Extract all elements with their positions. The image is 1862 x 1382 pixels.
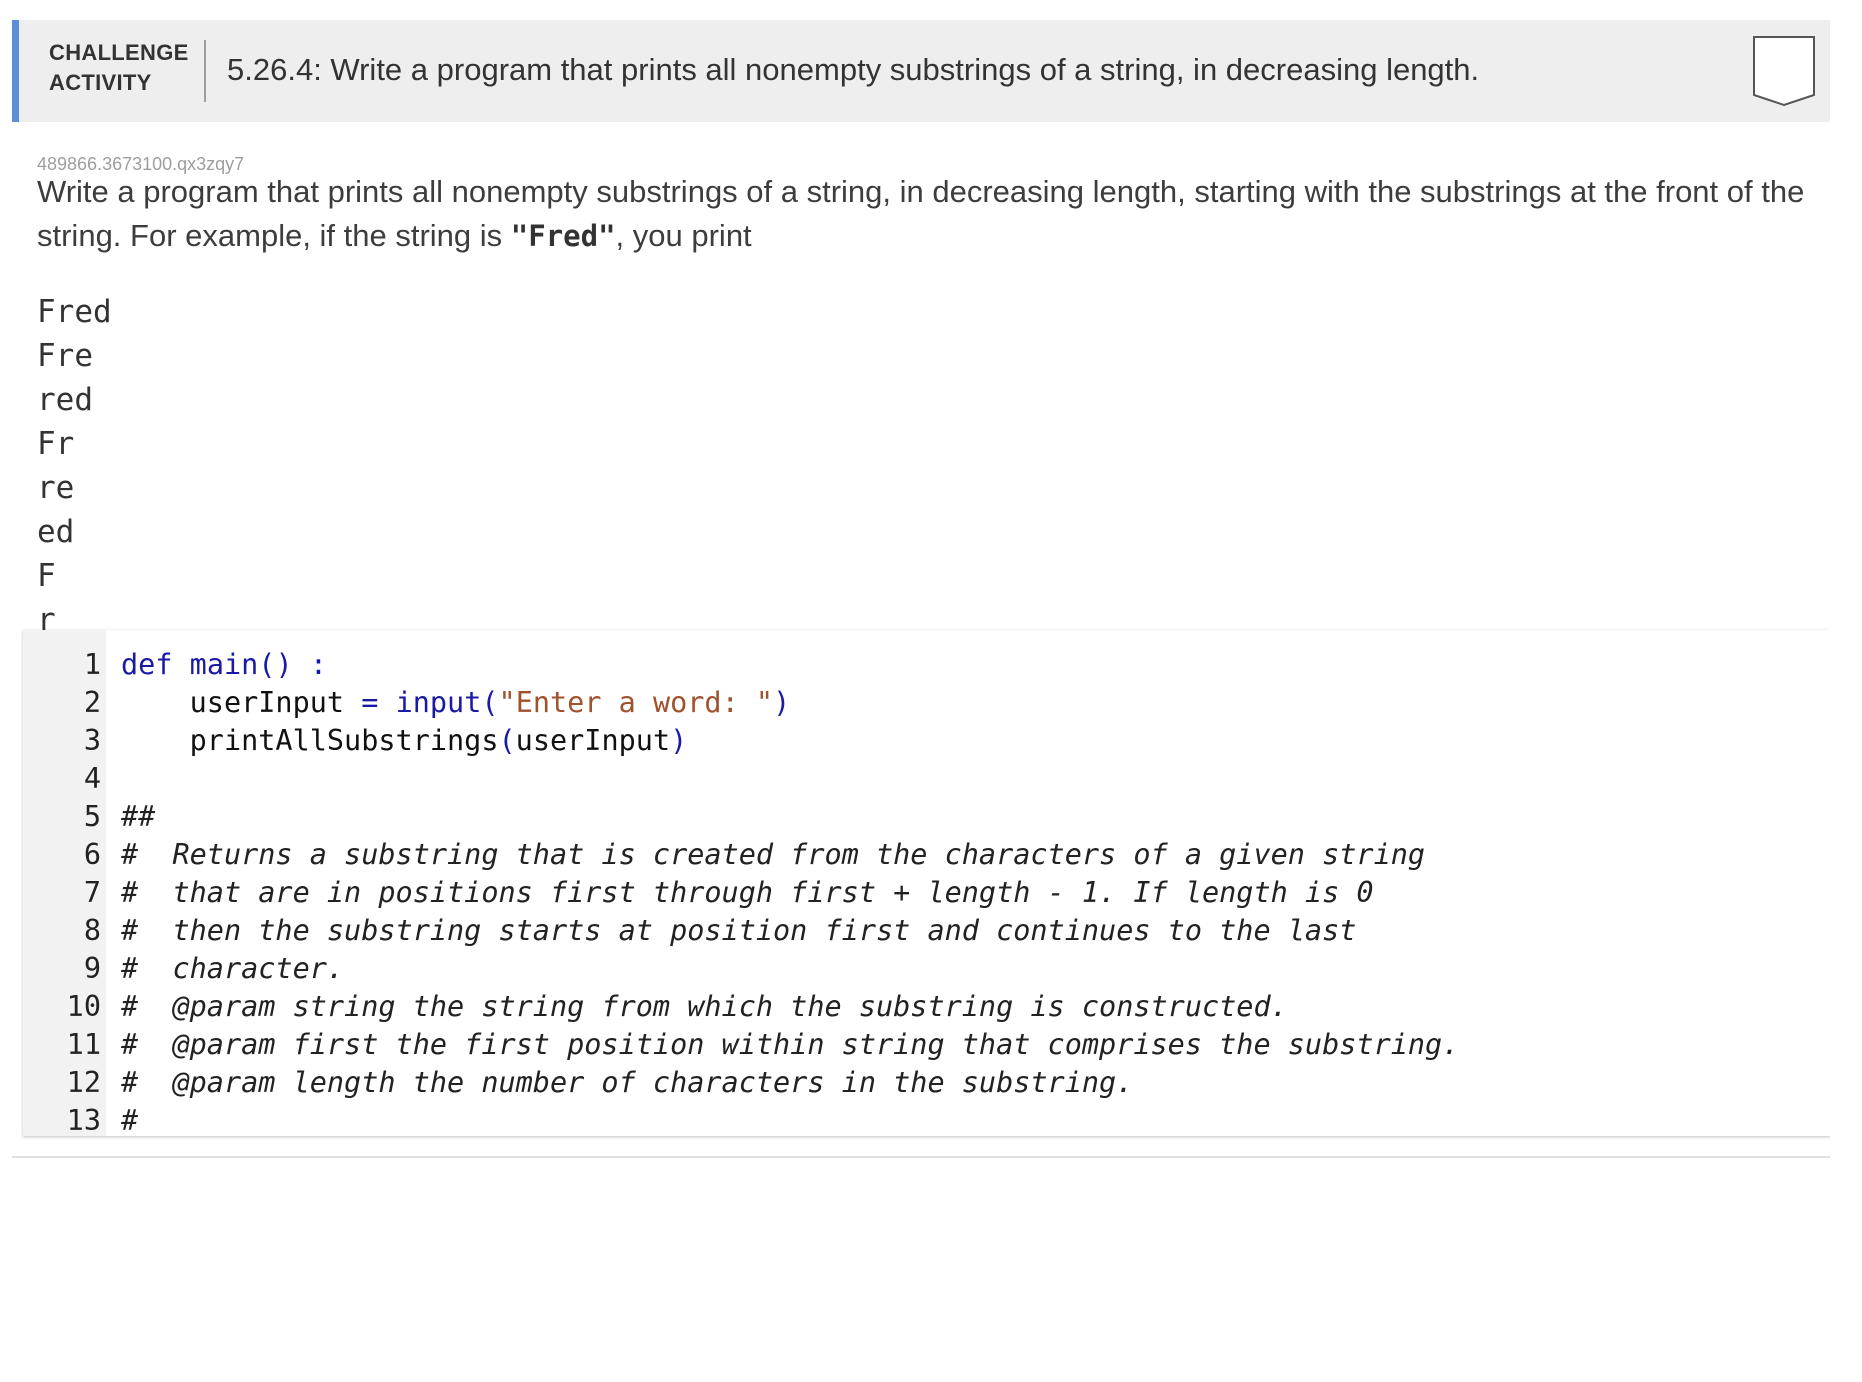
activity-header: CHALLENGE ACTIVITY 5.26.4: Write a progr… bbox=[12, 20, 1830, 122]
activity-type-label: CHALLENGE ACTIVITY bbox=[49, 38, 189, 98]
code-line[interactable]: 10 # @param string the string from which … bbox=[23, 988, 1831, 1026]
line-number: 6 bbox=[83, 838, 101, 871]
code-text[interactable]: def main() : bbox=[121, 646, 327, 684]
code-line[interactable]: 6 # Returns a substring that is created f… bbox=[23, 836, 1831, 874]
description-text-end: , you print bbox=[615, 218, 752, 253]
code-text[interactable]: # @param string the string from which th… bbox=[121, 988, 1288, 1026]
code-line[interactable]: 9 # character. bbox=[23, 950, 1831, 988]
code-text[interactable]: ## bbox=[121, 798, 155, 836]
code-lines[interactable]: 1 def main() :2 userInput = input("Enter … bbox=[23, 646, 1831, 1136]
code-text[interactable]: # @param first the first position within… bbox=[121, 1026, 1459, 1064]
output-line: F bbox=[37, 558, 56, 594]
code-line[interactable]: 5 ## bbox=[23, 798, 1831, 836]
code-line[interactable]: 2 userInput = input("Enter a word: ") bbox=[23, 684, 1831, 722]
code-text[interactable]: # @param length the number of characters… bbox=[121, 1064, 1133, 1102]
code-editor[interactable]: 1 def main() :2 userInput = input("Enter … bbox=[23, 630, 1831, 1136]
code-line[interactable]: 12 # @param length the number of characte… bbox=[23, 1064, 1831, 1102]
description-text: Write a program that prints all nonempty… bbox=[37, 174, 1805, 253]
activity-title: 5.26.4: Write a program that prints all … bbox=[227, 52, 1480, 87]
completion-badge-icon bbox=[1753, 36, 1815, 107]
line-number: 1 bbox=[83, 648, 101, 681]
code-text[interactable]: # Returns a substring that is created fr… bbox=[121, 836, 1425, 874]
page-margin bbox=[1830, 0, 1862, 1382]
output-line: Fred bbox=[37, 294, 112, 330]
example-string: "Fred" bbox=[510, 219, 616, 253]
output-line: red bbox=[37, 382, 93, 418]
code-text[interactable]: # character. bbox=[121, 950, 344, 988]
line-number: 3 bbox=[83, 724, 101, 757]
code-line[interactable]: 4 bbox=[23, 760, 1831, 798]
line-number: 11 bbox=[66, 1028, 101, 1061]
code-text[interactable]: printAllSubstrings(userInput) bbox=[121, 722, 688, 760]
line-number: 5 bbox=[83, 800, 101, 833]
line-number: 9 bbox=[83, 952, 101, 985]
line-number: 4 bbox=[83, 762, 101, 795]
line-number: 8 bbox=[83, 914, 101, 947]
line-number: 10 bbox=[66, 990, 101, 1023]
panel-bottom-border bbox=[12, 1156, 1830, 1158]
line-number: 7 bbox=[83, 876, 101, 909]
code-line[interactable]: 3 printAllSubstrings(userInput) bbox=[23, 722, 1831, 760]
code-text[interactable]: # that are in positions first through fi… bbox=[121, 874, 1374, 912]
output-line: ed bbox=[37, 514, 75, 550]
activity-type-line1: CHALLENGE bbox=[49, 40, 189, 65]
output-line: Fre bbox=[37, 338, 93, 374]
activity-type-line2: ACTIVITY bbox=[49, 70, 152, 95]
code-text[interactable]: userInput = input("Enter a word: ") bbox=[121, 684, 791, 722]
code-line[interactable]: 8 # then the substring starts at position… bbox=[23, 912, 1831, 950]
code-text[interactable]: # bbox=[121, 1102, 138, 1136]
line-number: 12 bbox=[66, 1066, 101, 1099]
output-line: Fr bbox=[37, 426, 75, 462]
line-number: 2 bbox=[83, 686, 101, 719]
line-number: 13 bbox=[66, 1104, 101, 1136]
code-line[interactable]: 11 # @param first the first position with… bbox=[23, 1026, 1831, 1064]
code-line[interactable]: 13 # bbox=[23, 1102, 1831, 1136]
code-text[interactable]: # then the substring starts at position … bbox=[121, 912, 1356, 950]
output-line: re bbox=[37, 470, 75, 506]
code-line[interactable]: 7 # that are in positions first through f… bbox=[23, 874, 1831, 912]
header-divider bbox=[204, 40, 206, 102]
problem-description: Write a program that prints all nonempty… bbox=[37, 170, 1807, 258]
code-line[interactable]: 1 def main() : bbox=[23, 646, 1831, 684]
